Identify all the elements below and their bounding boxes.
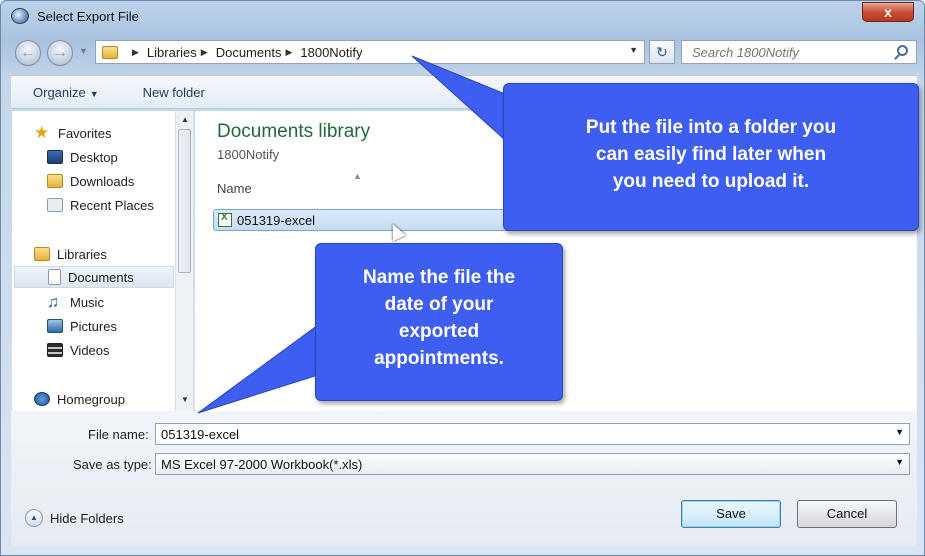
film-strip-icon bbox=[47, 343, 63, 357]
search-input[interactable] bbox=[682, 41, 882, 63]
forward-button[interactable]: → bbox=[47, 40, 73, 66]
window-title: Select Export File bbox=[37, 9, 139, 24]
chevron-up-icon: ▲ bbox=[25, 509, 43, 527]
back-button[interactable]: ← bbox=[15, 40, 41, 66]
save-as-type-dropdown-icon[interactable]: ▼ bbox=[895, 457, 904, 467]
sidebar-item-favorites[interactable]: ★ Favorites bbox=[34, 122, 196, 144]
callout-line: Name the file the bbox=[362, 267, 516, 288]
breadcrumb-documents[interactable]: Documents bbox=[216, 45, 282, 60]
nav-pane-scrollbar[interactable]: ▲ ▼ bbox=[175, 111, 193, 411]
sort-ascending-icon: ▲ bbox=[353, 171, 362, 181]
organize-dropdown-icon: ▼ bbox=[89, 88, 99, 99]
libraries-icon bbox=[34, 247, 50, 261]
breadcrumb-separator-icon[interactable]: ▶ bbox=[132, 47, 139, 58]
homegroup-icon bbox=[34, 392, 50, 406]
search-icon[interactable] bbox=[897, 45, 908, 56]
new-folder-button[interactable]: New folder bbox=[121, 85, 227, 100]
desktop-icon bbox=[47, 150, 63, 164]
scroll-down-arrow-icon[interactable]: ▼ bbox=[181, 395, 189, 404]
pictures-icon bbox=[47, 319, 63, 333]
scrollbar-thumb[interactable] bbox=[178, 129, 191, 273]
breadcrumb-separator-icon[interactable]: ▶ bbox=[285, 47, 292, 58]
file-name-field[interactable]: ▼ bbox=[155, 423, 910, 445]
sidebar-item-documents[interactable]: Documents bbox=[14, 266, 174, 288]
callout-line: Put the file into a folder you bbox=[585, 117, 837, 138]
documents-icon bbox=[48, 269, 61, 285]
organize-button[interactable]: Organize ▼ bbox=[11, 85, 121, 100]
forward-arrow-icon: → bbox=[52, 44, 68, 61]
hide-folders-button[interactable]: ▲ Hide Folders bbox=[25, 509, 124, 527]
file-name-label: File name: bbox=[88, 427, 149, 442]
navigation-pane: ★ Favorites Desktop Downloads Recent Plac… bbox=[12, 111, 194, 411]
breadcrumb-separator-icon[interactable]: ▶ bbox=[201, 47, 208, 58]
file-name: 051319-excel bbox=[237, 212, 316, 228]
sidebar-item-homegroup[interactable]: Homegroup bbox=[34, 388, 196, 410]
address-bar[interactable]: ▶ Libraries ▶ Documents ▶ 1800Notify ▼ bbox=[95, 40, 645, 64]
callout-line: can easily find later when bbox=[595, 143, 827, 165]
recent-pages-dropdown-icon[interactable]: ▼ bbox=[79, 46, 88, 56]
save-as-type-select[interactable]: MS Excel 97-2000 Workbook(*.xls) ▼ bbox=[155, 453, 910, 475]
excel-file-icon bbox=[218, 212, 232, 227]
file-name-input[interactable] bbox=[156, 424, 876, 444]
callout-line: exported bbox=[398, 320, 480, 342]
save-button[interactable]: Save bbox=[681, 500, 781, 528]
music-note-icon: ♫ bbox=[47, 294, 59, 311]
app-icon bbox=[11, 8, 29, 24]
callout-line: appointments. bbox=[374, 347, 504, 369]
library-subtitle: 1800Notify bbox=[217, 147, 280, 162]
title-bar[interactable]: Select Export File x bbox=[1, 1, 924, 33]
save-as-type-label: Save as type: bbox=[73, 457, 152, 472]
refresh-icon: ↻ bbox=[656, 44, 668, 60]
library-title: Documents library bbox=[217, 121, 371, 142]
column-header-name[interactable]: Name bbox=[217, 181, 252, 196]
file-name-dropdown-icon[interactable]: ▼ bbox=[895, 427, 904, 437]
breadcrumb-libraries[interactable]: Libraries bbox=[147, 45, 197, 60]
address-dropdown-icon[interactable]: ▼ bbox=[629, 45, 638, 55]
back-arrow-icon: ← bbox=[20, 44, 36, 61]
sidebar-item-libraries[interactable]: Libraries bbox=[34, 243, 196, 265]
callout-line: date of your bbox=[384, 293, 494, 315]
downloads-folder-icon bbox=[47, 174, 63, 188]
save-form: File name: ▼ Save as type: MS Excel 97-2… bbox=[11, 411, 917, 546]
recent-places-icon bbox=[47, 198, 63, 212]
refresh-button[interactable]: ↻ bbox=[649, 40, 675, 64]
callout-line: you need to upload it. bbox=[612, 170, 810, 192]
star-icon: ★ bbox=[34, 123, 50, 142]
cancel-button[interactable]: Cancel bbox=[797, 500, 897, 528]
callout-naming-tip: Name the file the date of your exported … bbox=[315, 243, 563, 401]
folder-icon bbox=[102, 45, 118, 59]
scroll-up-arrow-icon[interactable]: ▲ bbox=[181, 115, 189, 124]
save-as-type-value: MS Excel 97-2000 Workbook(*.xls) bbox=[161, 456, 363, 472]
callout-folder-tip: Put the file into a folder you can easil… bbox=[503, 83, 919, 231]
breadcrumb-1800notify[interactable]: 1800Notify bbox=[300, 45, 362, 60]
close-button[interactable]: x bbox=[862, 2, 914, 22]
search-box[interactable] bbox=[681, 40, 917, 64]
